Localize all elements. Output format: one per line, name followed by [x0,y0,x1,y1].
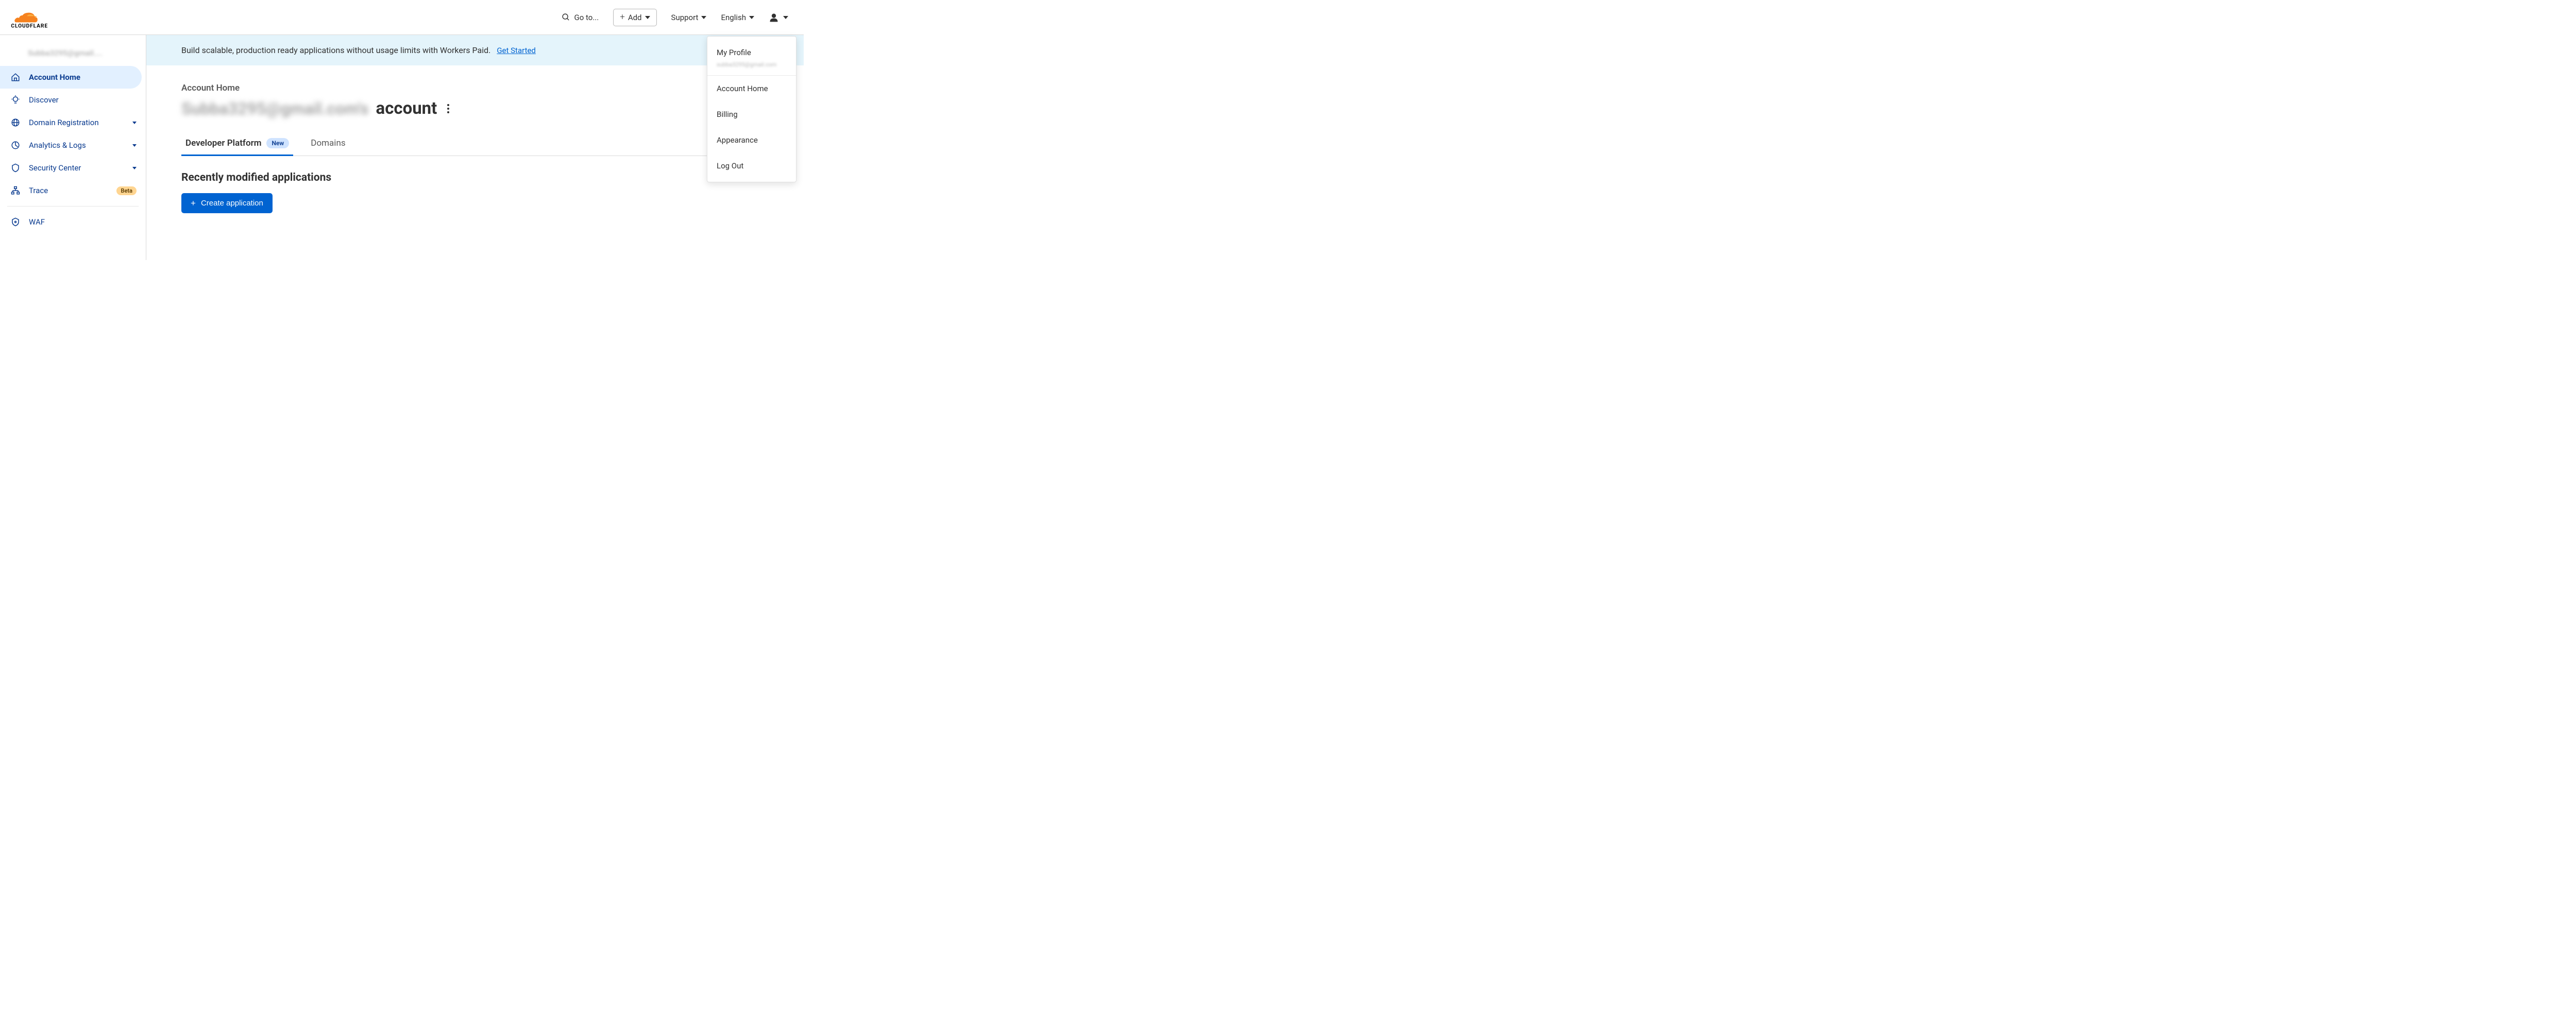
account-title-row: Subba3295@gmail.com's account [181,98,769,118]
sidebar-item-analytics-logs[interactable]: Analytics & Logs [0,134,146,157]
chart-icon [10,140,21,150]
account-email-blurred: Subba3295@gmail.com's [181,99,369,118]
waf-icon [10,217,21,227]
tab-developer-platform[interactable]: Developer Platform New [181,133,293,156]
language-label: English [721,13,746,22]
add-button[interactable]: + Add [613,9,656,26]
header-right: Go to... + Add Support English [562,9,788,26]
banner-get-started-link[interactable]: Get Started [497,46,536,55]
sidebar-item-label: Domain Registration [29,118,124,127]
sidebar-item-label: Analytics & Logs [29,141,124,150]
sidebar: Subba3295@gmail.... Account Home Discove… [0,35,146,260]
chevron-down-icon [783,16,788,19]
sidebar-item-label: WAF [29,217,137,227]
svg-text:CLOUDFLARE: CLOUDFLARE [11,22,48,28]
sidebar-item-account-home[interactable]: Account Home [0,66,142,89]
sidebar-item-label: Discover [29,95,137,105]
user-icon [769,12,779,23]
sidebar-account-email[interactable]: Subba3295@gmail.... [0,44,146,66]
home-icon [10,72,21,82]
search-icon [562,13,570,22]
sidebar-item-label: Account Home [29,73,132,82]
breadcrumb: Account Home [181,83,769,93]
new-badge: New [266,138,289,148]
tab-label: Developer Platform [185,138,261,148]
create-application-button[interactable]: + Create application [181,193,273,213]
goto-label: Go to... [574,13,599,22]
lightbulb-icon [10,95,21,105]
support-dropdown[interactable]: Support [671,13,707,22]
page-title: account [376,98,437,118]
goto-search[interactable]: Go to... [562,13,599,22]
sidebar-item-label: Security Center [29,163,124,173]
section-title: Recently modified applications [181,171,769,184]
promo-banner: Build scalable, production ready applica… [146,35,804,65]
account-actions-menu[interactable] [447,104,449,113]
sidebar-item-discover[interactable]: Discover [0,89,146,111]
banner-text: Build scalable, production ready applica… [181,45,490,55]
add-label: Add [628,13,642,22]
sidebar-item-waf[interactable]: WAF [0,211,146,233]
sidebar-item-label: Trace [29,186,108,195]
plus-icon: + [620,13,625,22]
support-label: Support [671,13,699,22]
globe-icon [10,117,21,128]
chevron-down-icon [132,144,137,147]
tab-label: Domains [311,138,345,148]
chevron-down-icon [132,122,137,124]
chevron-down-icon [132,167,137,169]
trace-icon [10,185,21,196]
beta-badge: Beta [116,186,137,195]
shield-icon [10,163,21,173]
tab-domains[interactable]: Domains [307,133,349,156]
tabs: Developer Platform New Domains [181,133,769,156]
chevron-down-icon [701,16,706,19]
chevron-down-icon [749,16,754,19]
language-dropdown[interactable]: English [721,13,754,22]
sidebar-item-trace[interactable]: Trace Beta [0,179,146,202]
menu-item-appearance[interactable]: Appearance [707,127,796,153]
user-menu-trigger[interactable] [769,12,788,23]
menu-item-billing[interactable]: Billing [707,101,796,127]
sidebar-divider [7,206,139,207]
sidebar-item-security-center[interactable]: Security Center [0,157,146,179]
menu-item-log-out[interactable]: Log Out [707,153,796,179]
cloudflare-logo[interactable]: CLOUDFLARE [9,6,71,29]
sidebar-item-domain-registration[interactable]: Domain Registration [0,111,146,134]
menu-profile-email: subba3295@gmail.com [707,61,796,75]
plus-icon: + [191,199,196,208]
button-label: Create application [201,199,263,208]
main-content: Build scalable, production ready applica… [146,35,804,260]
content-area: Account Home Subba3295@gmail.com's accou… [146,65,804,231]
chevron-down-icon [645,16,650,19]
menu-item-account-home[interactable]: Account Home [707,76,796,101]
user-dropdown-menu: My Profile subba3295@gmail.com Account H… [707,36,796,182]
layout: Subba3295@gmail.... Account Home Discove… [0,35,804,260]
header-bar: CLOUDFLARE Go to... + Add Support Englis… [0,0,804,35]
